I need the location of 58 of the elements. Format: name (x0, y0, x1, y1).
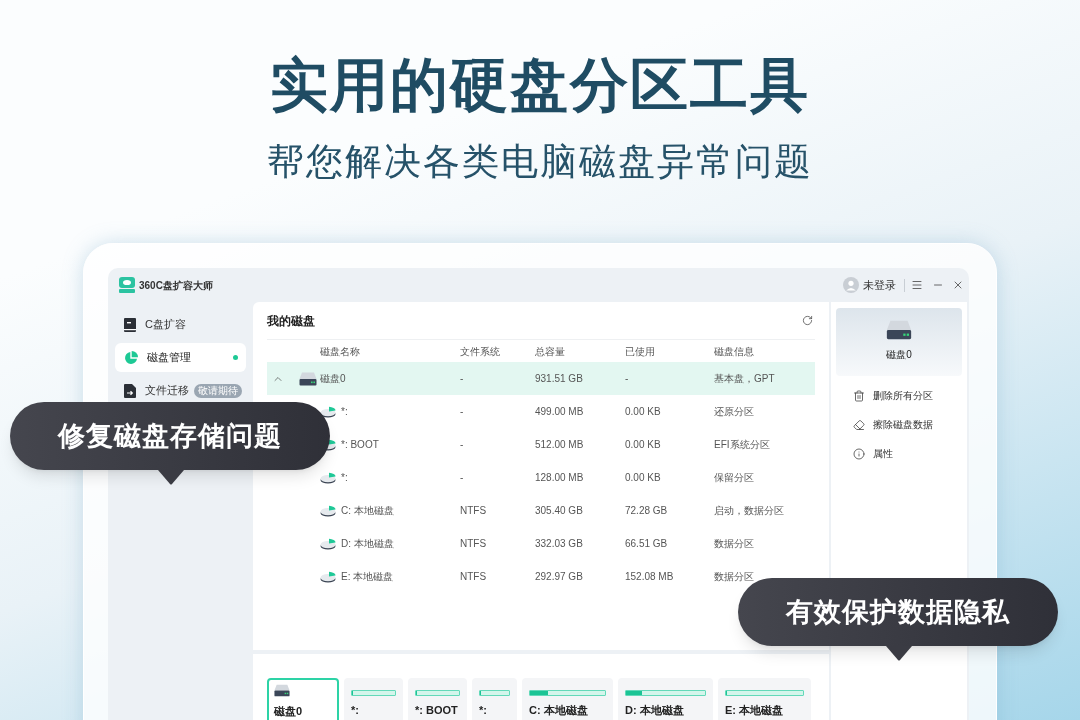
card-label: D: 本地磁盘 (625, 703, 685, 718)
sidebar-label: 磁盘管理 (147, 350, 191, 366)
table-cell-text: 基本盘，GPT (714, 372, 775, 386)
table-cell-text: *: (341, 471, 348, 485)
table-cell-text: 启动，数据分区 (714, 504, 784, 518)
table-cell-text: 0.00 KB (625, 405, 661, 419)
table-cell-text: D: 本地磁盘 (341, 537, 394, 551)
table-cell-text: *: BOOT (341, 438, 379, 452)
table-cell-text: 499.00 MB (535, 405, 584, 419)
table-cell-text: *: (341, 405, 348, 419)
table-cell-text: C: 本地磁盘 (341, 504, 394, 518)
card-label: 磁盘0 (274, 704, 304, 719)
table-cell-text: 还原分区 (714, 405, 754, 419)
table-cell-text: 332.03 GB (535, 537, 583, 551)
table-cell-text: - (460, 372, 464, 386)
table-cell-text: 66.51 GB (625, 537, 668, 551)
coming-soon-badge: 敬请期待 (194, 383, 242, 398)
table-cell-text: - (460, 405, 464, 419)
column-header: 磁盘名称 (320, 344, 361, 359)
app-title: 360C盘扩容大师 (139, 278, 213, 293)
sidebar-label: 文件迁移 (145, 383, 189, 399)
card-label: C: 本地磁盘 (529, 703, 589, 718)
table-cell-text: NTFS (460, 570, 487, 584)
table-cell-text: - (460, 438, 464, 452)
card-label: *: (479, 703, 488, 718)
column-header: 已使用 (625, 344, 656, 359)
callout-text: 修复磁盘存储问题 (58, 419, 282, 453)
card-label: *: (351, 703, 360, 718)
table-cell-text: 数据分区 (714, 570, 754, 584)
table-cell-text: 0.00 KB (625, 471, 661, 485)
table-cell-text: 数据分区 (714, 537, 754, 551)
column-header: 文件系统 (460, 344, 501, 359)
table-cell-text: EFI系统分区 (714, 438, 770, 452)
table-cell-text: 保留分区 (714, 471, 754, 485)
table-cell-text: NTFS (460, 504, 487, 518)
table-cell-text: 72.28 GB (625, 504, 668, 518)
table-cell-text: 磁盘0 (320, 372, 346, 386)
callout-text: 有效保护数据隐私 (786, 595, 1010, 629)
card-label: *: BOOT (415, 703, 459, 718)
column-header: 磁盘信息 (714, 344, 755, 359)
table-cell-text: - (460, 471, 464, 485)
table-cell-text: 292.97 GB (535, 570, 583, 584)
sidebar-label: C盘扩容 (145, 317, 186, 333)
column-header: 总容量 (535, 344, 566, 359)
table-cell-text: 512.00 MB (535, 438, 584, 452)
table-cell-text: NTFS (460, 537, 487, 551)
table-cell-text: 305.40 GB (535, 504, 583, 518)
table-cell-text: 152.08 MB (625, 570, 674, 584)
panel-title: 我的磁盘 (267, 312, 315, 330)
hero-title: 实用的硬盘分区工具 (270, 55, 810, 115)
disk-name: 磁盘0 (886, 348, 912, 362)
hero-subtitle: 帮您解决各类电脑磁盘异常问题 (267, 142, 813, 182)
table-cell-text: - (625, 372, 629, 386)
table-cell-text: 0.00 KB (625, 438, 661, 452)
card-label: E: 本地磁盘 (725, 703, 785, 718)
table-cell-text: E: 本地磁盘 (341, 570, 394, 584)
table-cell-text: 931.51 GB (535, 372, 583, 386)
table-cell-text: 128.00 MB (535, 471, 584, 485)
